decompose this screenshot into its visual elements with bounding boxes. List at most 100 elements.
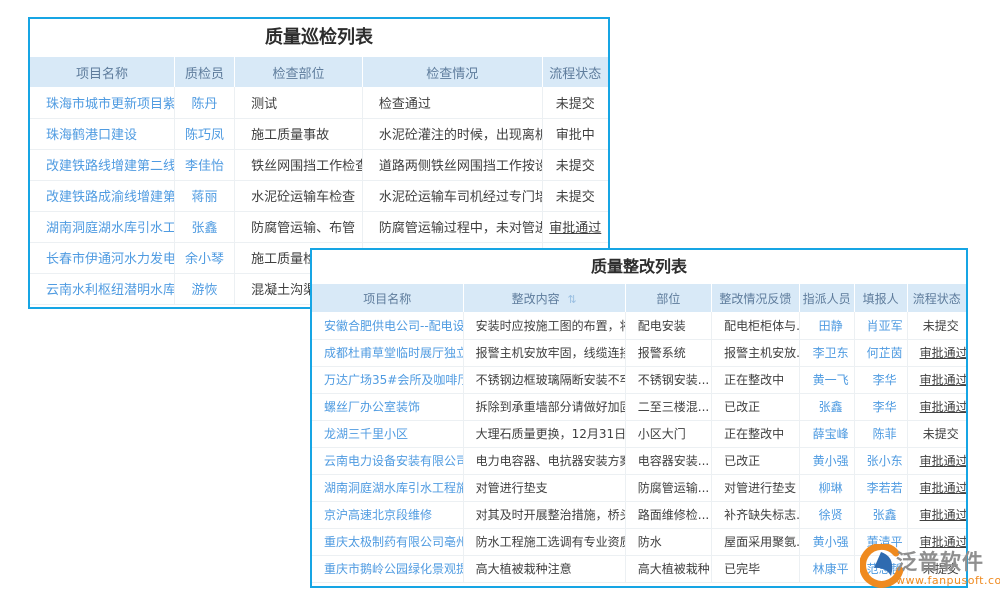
vendor-logo-url[interactable]: www.fanpusoft.com	[896, 574, 1000, 587]
rectification-table-body: 安徽合肥供电公司--配电设备...安装时应按施工图的布置，将...配电安装配电柜…	[312, 312, 966, 582]
cell-feedback: 配电柜柜体与...	[712, 312, 800, 339]
cell-project[interactable]: 云南电力设备安装有限公司20...	[312, 447, 463, 474]
table-row: 京沪高速北京段维修对其及时开展整治措施，桥头...路面维修检...补齐缺失标志.…	[312, 501, 966, 528]
cell-part: 配电安装	[625, 312, 711, 339]
cell-status: 审批通过	[907, 339, 966, 366]
cell-feedback: 屋面采用聚氨...	[712, 528, 800, 555]
cell-feedback: 报警主机安放...	[712, 339, 800, 366]
cell-assignee[interactable]: 黄小强	[799, 528, 854, 555]
cell-assignee[interactable]: 林康平	[799, 555, 854, 582]
cell-content: 防水工程施工选调有专业资质...	[463, 528, 625, 555]
cell-reporter[interactable]: 张鑫	[854, 501, 907, 528]
table-row: 万达广场35#会所及咖啡厅空...不锈钢边框玻璃隔断安装不牢...不锈钢安装..…	[312, 366, 966, 393]
sort-icon[interactable]: ⇅	[567, 293, 576, 306]
cell-content: 不锈钢边框玻璃隔断安装不牢...	[463, 366, 625, 393]
cell-reporter[interactable]: 何芷茵	[854, 339, 907, 366]
cell-project[interactable]: 改建铁路线增建第二线...	[30, 149, 175, 180]
cell-project[interactable]: 珠海鹤港口建设	[30, 118, 175, 149]
col-header-rectify-content[interactable]: 整改内容 ⇅	[463, 284, 625, 312]
cell-assignee[interactable]: 张鑫	[799, 393, 854, 420]
cell-project[interactable]: 龙湖三千里小区	[312, 420, 463, 447]
cell-status: 审批通过	[907, 447, 966, 474]
cell-part: 防水	[625, 528, 711, 555]
cell-situation: 水泥砼运输车司机经过专门培训...	[362, 180, 542, 211]
cell-content: 对管进行垫支	[463, 474, 625, 501]
cell-assignee[interactable]: 徐贤	[799, 501, 854, 528]
cell-status: 审批通过	[907, 393, 966, 420]
cell-inspector[interactable]: 余小琴	[175, 242, 235, 273]
cell-assignee[interactable]: 薛宝峰	[799, 420, 854, 447]
cell-project[interactable]: 京沪高速北京段维修	[312, 501, 463, 528]
cell-inspector[interactable]: 李佳怡	[175, 149, 235, 180]
cell-inspector[interactable]: 张鑫	[175, 211, 235, 242]
cell-inspector[interactable]: 陈丹	[175, 87, 235, 118]
cell-status: 未提交	[542, 180, 608, 211]
vendor-logo: 泛普软件 www.fanpusoft.com	[860, 544, 1000, 592]
cell-project[interactable]: 长春市伊通河水力发电...	[30, 242, 175, 273]
cell-reporter[interactable]: 李华	[854, 393, 907, 420]
cell-reporter[interactable]: 张小东	[854, 447, 907, 474]
cell-inspector[interactable]: 游恢	[175, 273, 235, 304]
cell-project[interactable]: 重庆市鹅岭公园绿化景观提升...	[312, 555, 463, 582]
cell-feedback: 已改正	[712, 447, 800, 474]
cell-project[interactable]: 螺丝厂办公室装饰	[312, 393, 463, 420]
rectification-panel-title: 质量整改列表	[312, 250, 966, 284]
cell-situation: 水泥砼灌注的时候，出现离析现象	[362, 118, 542, 149]
cell-part: 电容器安装...	[625, 447, 711, 474]
cell-assignee[interactable]: 田静	[799, 312, 854, 339]
cell-assignee[interactable]: 黄一飞	[799, 366, 854, 393]
cell-status: 未提交	[542, 87, 608, 118]
cell-reporter[interactable]: 肖亚军	[854, 312, 907, 339]
inspection-header-row: 项目名称 质检员 检查部位 检查情况 流程状态	[30, 57, 608, 87]
cell-project[interactable]: 万达广场35#会所及咖啡厅空...	[312, 366, 463, 393]
cell-project[interactable]: 珠海市城市更新项目紫...	[30, 87, 175, 118]
table-row: 龙湖三千里小区大理石质量更换，12月31日之...小区大门正在整改中薛宝峰陈菲未…	[312, 420, 966, 447]
col-header-project-name: 项目名称	[312, 284, 463, 312]
cell-project[interactable]: 重庆太极制药有限公司亳州中...	[312, 528, 463, 555]
cell-situation: 道路两侧铁丝网围挡工作按设计...	[362, 149, 542, 180]
cell-project[interactable]: 湖南洞庭湖水库引水工程施工标	[312, 474, 463, 501]
cell-content: 拆除到承重墙部分请做好加固...	[463, 393, 625, 420]
cell-part: 水泥砼运输车检查	[235, 180, 363, 211]
cell-reporter[interactable]: 李华	[854, 366, 907, 393]
col-header-check-part: 检查部位	[235, 57, 363, 87]
col-header-part: 部位	[625, 284, 711, 312]
rectify-content-label: 整改内容	[512, 292, 560, 306]
inspection-panel-title: 质量巡检列表	[30, 19, 608, 57]
cell-project[interactable]: 改建铁路成渝线增建第...	[30, 180, 175, 211]
cell-project[interactable]: 成都杜甫草堂临时展厅独立展...	[312, 339, 463, 366]
table-row: 改建铁路线增建第二线...李佳怡铁丝网围挡工作检查道路两侧铁丝网围挡工作按设计.…	[30, 149, 608, 180]
cell-inspector[interactable]: 陈巧凤	[175, 118, 235, 149]
cell-part: 二至三楼混...	[625, 393, 711, 420]
col-header-flow-status: 流程状态	[907, 284, 966, 312]
col-header-reporter: 填报人	[854, 284, 907, 312]
col-header-feedback: 整改情况反馈	[712, 284, 800, 312]
cell-assignee[interactable]: 柳琳	[799, 474, 854, 501]
cell-feedback: 已改正	[712, 393, 800, 420]
cell-project[interactable]: 安徽合肥供电公司--配电设备...	[312, 312, 463, 339]
table-row: 安徽合肥供电公司--配电设备...安装时应按施工图的布置，将...配电安装配电柜…	[312, 312, 966, 339]
cell-part: 施工质量事故	[235, 118, 363, 149]
cell-feedback: 正在整改中	[712, 366, 800, 393]
cell-situation: 检查通过	[362, 87, 542, 118]
cell-project[interactable]: 湖南洞庭湖水库引水工...	[30, 211, 175, 242]
cell-feedback: 已完毕	[712, 555, 800, 582]
cell-status: 审批中	[542, 118, 608, 149]
cell-project[interactable]: 云南水利枢纽潜明水库...	[30, 273, 175, 304]
cell-part: 高大植被栽种	[625, 555, 711, 582]
cell-inspector[interactable]: 蒋丽	[175, 180, 235, 211]
quality-rectification-panel: 质量整改列表 项目名称 整改内容 ⇅ 部位 整改情况反馈 指派人员 填报人 流程…	[310, 248, 968, 588]
cell-part: 路面维修检...	[625, 501, 711, 528]
cell-part: 防腐管运输...	[625, 474, 711, 501]
table-row: 成都杜甫草堂临时展厅独立展...报警主机安放牢固，线缆连接...报警系统报警主机…	[312, 339, 966, 366]
col-header-project-name: 项目名称	[30, 57, 175, 87]
cell-part: 小区大门	[625, 420, 711, 447]
cell-assignee[interactable]: 黄小强	[799, 447, 854, 474]
col-header-inspector: 质检员	[175, 57, 235, 87]
cell-reporter[interactable]: 李若若	[854, 474, 907, 501]
cell-assignee[interactable]: 李卫东	[799, 339, 854, 366]
table-row: 改建铁路成渝线增建第...蒋丽水泥砼运输车检查水泥砼运输车司机经过专门培训...…	[30, 180, 608, 211]
col-header-check-status: 检查情况	[362, 57, 542, 87]
cell-status: 未提交	[907, 312, 966, 339]
cell-reporter[interactable]: 陈菲	[854, 420, 907, 447]
